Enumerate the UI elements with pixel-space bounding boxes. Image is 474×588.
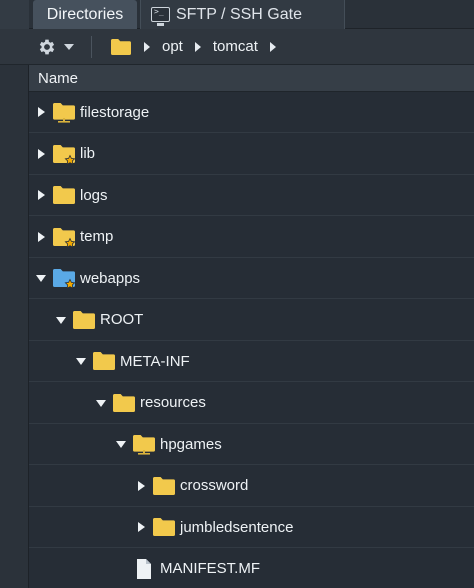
left-sidebar-strip <box>0 0 29 588</box>
directory-tree: filestorage lib logs temp webapps ROOT META-IN… <box>29 92 474 588</box>
breadcrumb-tomcat[interactable]: tomcat <box>213 38 258 55</box>
tree-row-label: hpgames <box>160 435 222 453</box>
tree-row[interactable]: ROOT <box>29 300 474 341</box>
left-strip-toolbar <box>0 29 29 65</box>
caret-right-icon[interactable] <box>36 190 46 200</box>
tree-row-label: filestorage <box>80 103 150 121</box>
tree-row-label: crossword <box>180 477 249 494</box>
tree-row[interactable]: temp <box>29 217 474 258</box>
file-icon <box>132 558 156 580</box>
folder-icon <box>152 475 176 497</box>
tree-row[interactable]: MANIFEST.MF <box>29 549 474 588</box>
tree-row[interactable]: webapps <box>29 258 474 299</box>
tree-row-label: lib <box>80 145 96 162</box>
tree-row[interactable]: META-INF <box>29 341 474 382</box>
caret-right-icon[interactable] <box>36 107 46 117</box>
breadcrumb-separator-icon <box>144 41 150 52</box>
tree-row[interactable]: hpgames <box>29 424 474 465</box>
breadcrumb-expand-icon[interactable] <box>269 41 276 52</box>
toolbar-divider <box>91 35 92 58</box>
left-strip-top <box>0 0 29 29</box>
tree-row-label: logs <box>80 186 108 204</box>
tree-row-label: temp <box>80 228 114 245</box>
caret-right-icon[interactable] <box>136 480 146 491</box>
breadcrumb-separator-icon <box>194 41 201 52</box>
tab-sftp-ssh-gate[interactable]: >_ SFTP / SSH Gate <box>140 0 345 29</box>
breadcrumb-opt[interactable]: opt <box>162 38 183 55</box>
tree-row-label: resources <box>140 394 206 411</box>
file-manager-panel: Directories >_ SFTP / SSH Gate opt tomca… <box>0 0 474 588</box>
tree-row[interactable]: resources <box>29 383 474 424</box>
caret-right-icon[interactable] <box>36 148 46 159</box>
tab-directories-label: Directories <box>46 5 124 23</box>
folder-icon <box>112 392 136 414</box>
tree-row[interactable]: lib <box>29 134 474 175</box>
tab-sftp-label: SFTP / SSH Gate <box>176 5 302 23</box>
caret-down-icon[interactable] <box>116 439 126 449</box>
folder-icon <box>92 350 116 372</box>
caret-down-icon[interactable] <box>56 315 66 325</box>
tree-row[interactable]: crossword <box>29 466 474 507</box>
folder-blue-star-icon <box>52 267 76 289</box>
toolbar: opt tomcat <box>29 29 474 65</box>
gear-icon <box>39 39 55 54</box>
caret-right-icon[interactable] <box>36 231 46 242</box>
tree-row-label: webapps <box>80 269 141 287</box>
tree-row-label: MANIFEST.MF <box>160 560 260 577</box>
folder-icon <box>152 516 176 538</box>
caret-down-icon[interactable] <box>36 273 46 283</box>
column-header-name[interactable]: Name <box>29 65 474 92</box>
caret-right-icon[interactable] <box>136 522 146 532</box>
settings-menu-button[interactable] <box>37 37 74 57</box>
caret-down-icon[interactable] <box>76 356 86 366</box>
caret-down-icon[interactable] <box>96 398 106 408</box>
tree-row[interactable]: filestorage <box>29 92 474 133</box>
tree-row[interactable]: jumbledsentence <box>29 507 474 548</box>
tree-row-label: META-INF <box>120 352 190 370</box>
folder-star-icon <box>52 143 76 165</box>
tree-row-label: ROOT <box>100 311 144 328</box>
folder-shared-icon <box>52 101 76 123</box>
tree-row-label: jumbledsentence <box>180 518 294 536</box>
folder-icon <box>72 309 96 331</box>
breadcrumb-root-folder-icon[interactable] <box>110 38 132 56</box>
tab-bar: Directories >_ SFTP / SSH Gate <box>29 0 474 29</box>
tab-directories[interactable]: Directories <box>33 0 137 29</box>
chevron-down-icon <box>64 43 74 50</box>
terminal-icon: >_ <box>151 7 170 26</box>
column-header-label: Name <box>38 69 79 87</box>
folder-star-icon <box>52 226 76 248</box>
folder-icon <box>52 184 76 206</box>
tree-row[interactable]: logs <box>29 175 474 216</box>
folder-shared-icon <box>132 433 156 455</box>
